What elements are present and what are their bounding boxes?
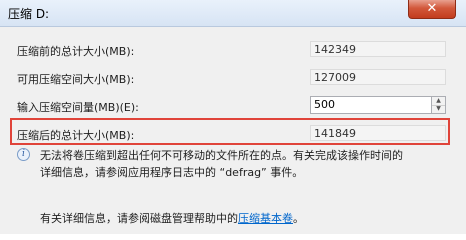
title-bar: 压缩 D: ✕	[0, 0, 466, 27]
available-space-value: 127009	[310, 69, 446, 85]
help-footer-suffix: 。	[293, 212, 304, 225]
total-after-label: 压缩后的总计大小(MB):	[17, 129, 135, 142]
total-before-label: 压缩前的总计大小(MB):	[17, 45, 135, 58]
help-footer: 有关详细信息，请参阅磁盘管理帮助中的压缩基本卷。	[40, 210, 304, 226]
total-before-value: 142349	[310, 41, 446, 57]
dialog-content: 压缩前的总计大小(MB): 142349 可用压缩空间大小(MB): 12700…	[0, 27, 466, 234]
info-message: 无法将卷压缩到超出任何不可移动的文件所在的点。有关完成该操作时间的 详细信息，请…	[40, 147, 460, 181]
info-line-1: 无法将卷压缩到超出任何不可移动的文件所在的点。有关完成该操作时间的	[40, 149, 403, 162]
shrink-basic-volume-link[interactable]: 压缩基本卷	[238, 212, 293, 225]
total-after-value: 141849	[310, 125, 446, 141]
info-line-2: 详细信息，请参阅应用程序日志中的 “defrag” 事件。	[40, 166, 304, 179]
close-button[interactable]: ✕	[408, 0, 456, 19]
available-space-label: 可用压缩空间大小(MB):	[17, 73, 135, 86]
window-title: 压缩 D:	[8, 7, 50, 21]
shrink-amount-input[interactable]: 500	[310, 96, 432, 114]
shrink-amount-label: 输入压缩空间量(MB)(E):	[17, 101, 139, 114]
stepper-down-icon[interactable]: ▼	[432, 105, 445, 113]
info-icon: i	[17, 148, 30, 161]
shrink-amount-stepper[interactable]: ▲ ▼	[432, 96, 446, 114]
help-footer-prefix: 有关详细信息，请参阅磁盘管理帮助中的	[40, 212, 238, 225]
